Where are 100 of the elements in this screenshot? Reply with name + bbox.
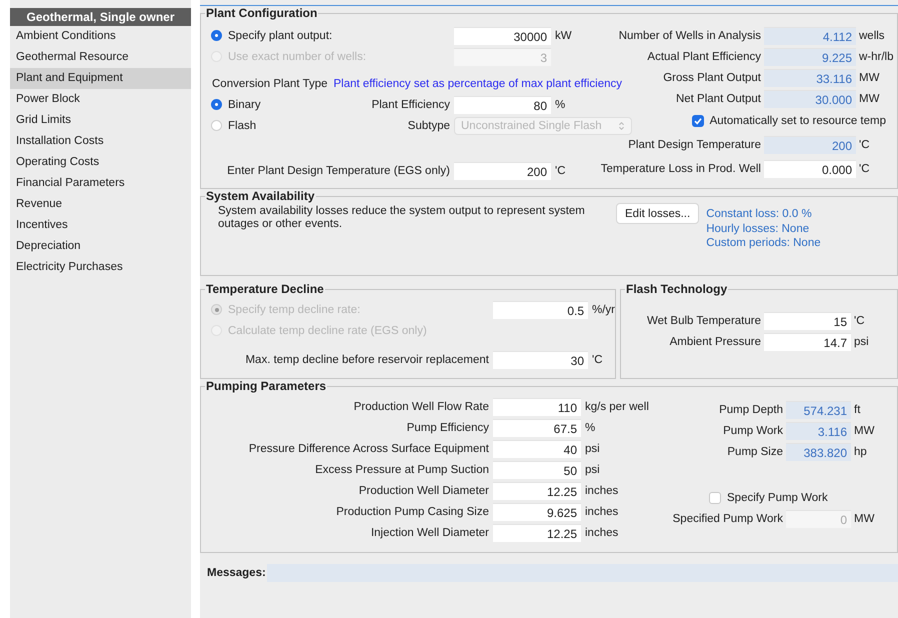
loss-link[interactable]: Hourly losses: None: [706, 222, 821, 236]
group-title: Flash Technology: [625, 282, 728, 296]
value-field[interactable]: 4.112: [764, 26, 856, 44]
unit-label: 'C: [555, 164, 567, 176]
unit-label: inches: [585, 506, 620, 518]
unit-label: hp: [854, 446, 868, 458]
loss-link[interactable]: Constant loss: 0.0 %: [706, 207, 821, 222]
radio-label: Binary: [228, 98, 261, 110]
field-label: Conversion Plant Type: [212, 78, 328, 90]
field-label: Specified Pump Work: [672, 512, 783, 524]
value-field[interactable]: 80: [454, 96, 551, 114]
field-label: Enter Plant Design Temperature (EGS only): [227, 164, 450, 176]
field-label: Pump Size: [727, 446, 783, 458]
description-text: System availability losses reduce the system output to represent system outages or other events.: [218, 205, 586, 231]
sidebar-item[interactable]: Plant and Equipment: [10, 68, 191, 89]
messages-label: Messages:: [206, 567, 267, 579]
unit-label: MW: [854, 424, 876, 436]
unit-label: 'C: [859, 162, 871, 174]
sidebar-item[interactable]: Operating Costs: [10, 152, 191, 173]
value-field[interactable]: 110: [493, 398, 581, 416]
unit-label: %: [555, 98, 566, 110]
unit-label: psi: [854, 336, 870, 348]
field-label: Pump Efficiency: [406, 422, 489, 434]
radio-button[interactable]: [211, 30, 222, 41]
value-field[interactable]: 50: [493, 460, 581, 478]
unit-label: MW: [859, 92, 880, 104]
unit-label: kg/s per well: [585, 400, 650, 412]
group-title: Pumping Parameters: [205, 379, 328, 393]
value-field[interactable]: 383.820: [786, 442, 851, 460]
field-label: Pressure Difference Across Surface Equipment: [248, 442, 489, 454]
field-label: Production Well Diameter: [358, 484, 489, 496]
field-label: Net Plant Output: [676, 92, 761, 104]
checkbox[interactable]: [709, 492, 721, 504]
value-field[interactable]: 200: [454, 162, 551, 180]
sidebar-item[interactable]: Depreciation: [10, 236, 191, 257]
value-field[interactable]: 30.000: [764, 90, 856, 108]
value-field[interactable]: 12.25: [493, 524, 581, 542]
value-field[interactable]: 9.225: [764, 48, 856, 66]
unit-label: wells: [859, 30, 886, 42]
value-field[interactable]: 33.116: [764, 68, 856, 86]
field-label: Ambient Pressure: [670, 336, 761, 348]
value-field[interactable]: 3.116: [786, 422, 851, 440]
edit-losses-button[interactable]: Edit losses...: [616, 203, 700, 224]
value-field[interactable]: 14.7: [764, 332, 851, 350]
unit-label: 'C: [859, 138, 871, 150]
value-field[interactable]: 30: [493, 350, 588, 368]
value-field[interactable]: 0.5: [493, 300, 588, 318]
sidebar-item[interactable]: Grid Limits: [10, 110, 191, 131]
field-label: Plant Efficiency: [372, 98, 450, 110]
checkbox-label: Automatically set to resource temp: [710, 114, 886, 126]
field-label: Production Well Flow Rate: [354, 400, 489, 412]
field-label: Number of Wells in Analysis: [618, 30, 761, 42]
value-field[interactable]: 67.5: [493, 418, 581, 436]
field-label: Pump Work: [723, 424, 783, 436]
group-title: System Availability: [205, 189, 316, 203]
value-field[interactable]: 574.231: [786, 400, 851, 418]
value-field[interactable]: 30000: [454, 26, 551, 44]
sidebar-item[interactable]: Installation Costs: [10, 131, 191, 152]
unit-label: 'C: [854, 314, 866, 326]
unit-label: %/yr: [592, 304, 615, 316]
sidebar-item[interactable]: Financial Parameters: [10, 173, 191, 194]
value-field[interactable]: 200: [764, 136, 856, 154]
sidebar-item[interactable]: Geothermal Resource: [10, 47, 191, 68]
value-field[interactable]: 15: [764, 312, 851, 330]
field-label: Plant Design Temperature: [628, 138, 761, 150]
field-label: Pump Depth: [719, 404, 783, 416]
field-label: Subtype: [408, 120, 450, 132]
unit-label: MW: [859, 72, 880, 84]
unit-label: %: [585, 422, 596, 434]
radio-label: Specify plant output:: [228, 30, 332, 42]
field-label: Wet Bulb Temperature: [647, 314, 761, 326]
field-label: Max. temp decline before reservoir replacement: [245, 354, 489, 366]
loss-link[interactable]: Custom periods: None: [706, 236, 821, 250]
sidebar-item[interactable]: Electricity Purchases: [10, 257, 191, 278]
info-link[interactable]: Plant efficiency set as percentage of max plant efficiency: [334, 78, 622, 90]
sidebar-item[interactable]: Power Block: [10, 89, 191, 110]
unit-label: kW: [555, 30, 573, 42]
field-label: Production Pump Casing Size: [336, 506, 489, 518]
unit-label: psi: [585, 464, 601, 476]
group-title: Temperature Decline: [205, 282, 325, 296]
field-label: Temperature Loss in Prod. Well: [600, 162, 761, 174]
unit-label: MW: [854, 512, 876, 524]
field-label: Actual Plant Efficiency: [647, 50, 761, 62]
unit-label: ft: [854, 404, 862, 416]
field-label: Gross Plant Output: [663, 72, 761, 84]
radio-button[interactable]: [211, 99, 222, 110]
value-field[interactable]: 40: [493, 440, 581, 458]
field-label: Excess Pressure at Pump Suction: [315, 464, 489, 476]
value-field[interactable]: 0.000: [764, 160, 856, 178]
unit-label: inches: [585, 484, 620, 496]
value-field[interactable]: 12.25: [493, 482, 581, 500]
sidebar-item[interactable]: Ambient Conditions: [10, 26, 191, 47]
radio-label: Flash: [228, 120, 256, 132]
checkbox[interactable]: [692, 114, 704, 126]
sidebar-item[interactable]: Revenue: [10, 194, 191, 215]
unit-label: psi: [585, 442, 601, 454]
checkbox-label: Specify Pump Work: [727, 492, 828, 504]
sidebar-item[interactable]: Incentives: [10, 215, 191, 236]
sidebar-header: Geothermal, Single owner: [10, 8, 191, 26]
value-field[interactable]: 9.625: [493, 502, 581, 520]
